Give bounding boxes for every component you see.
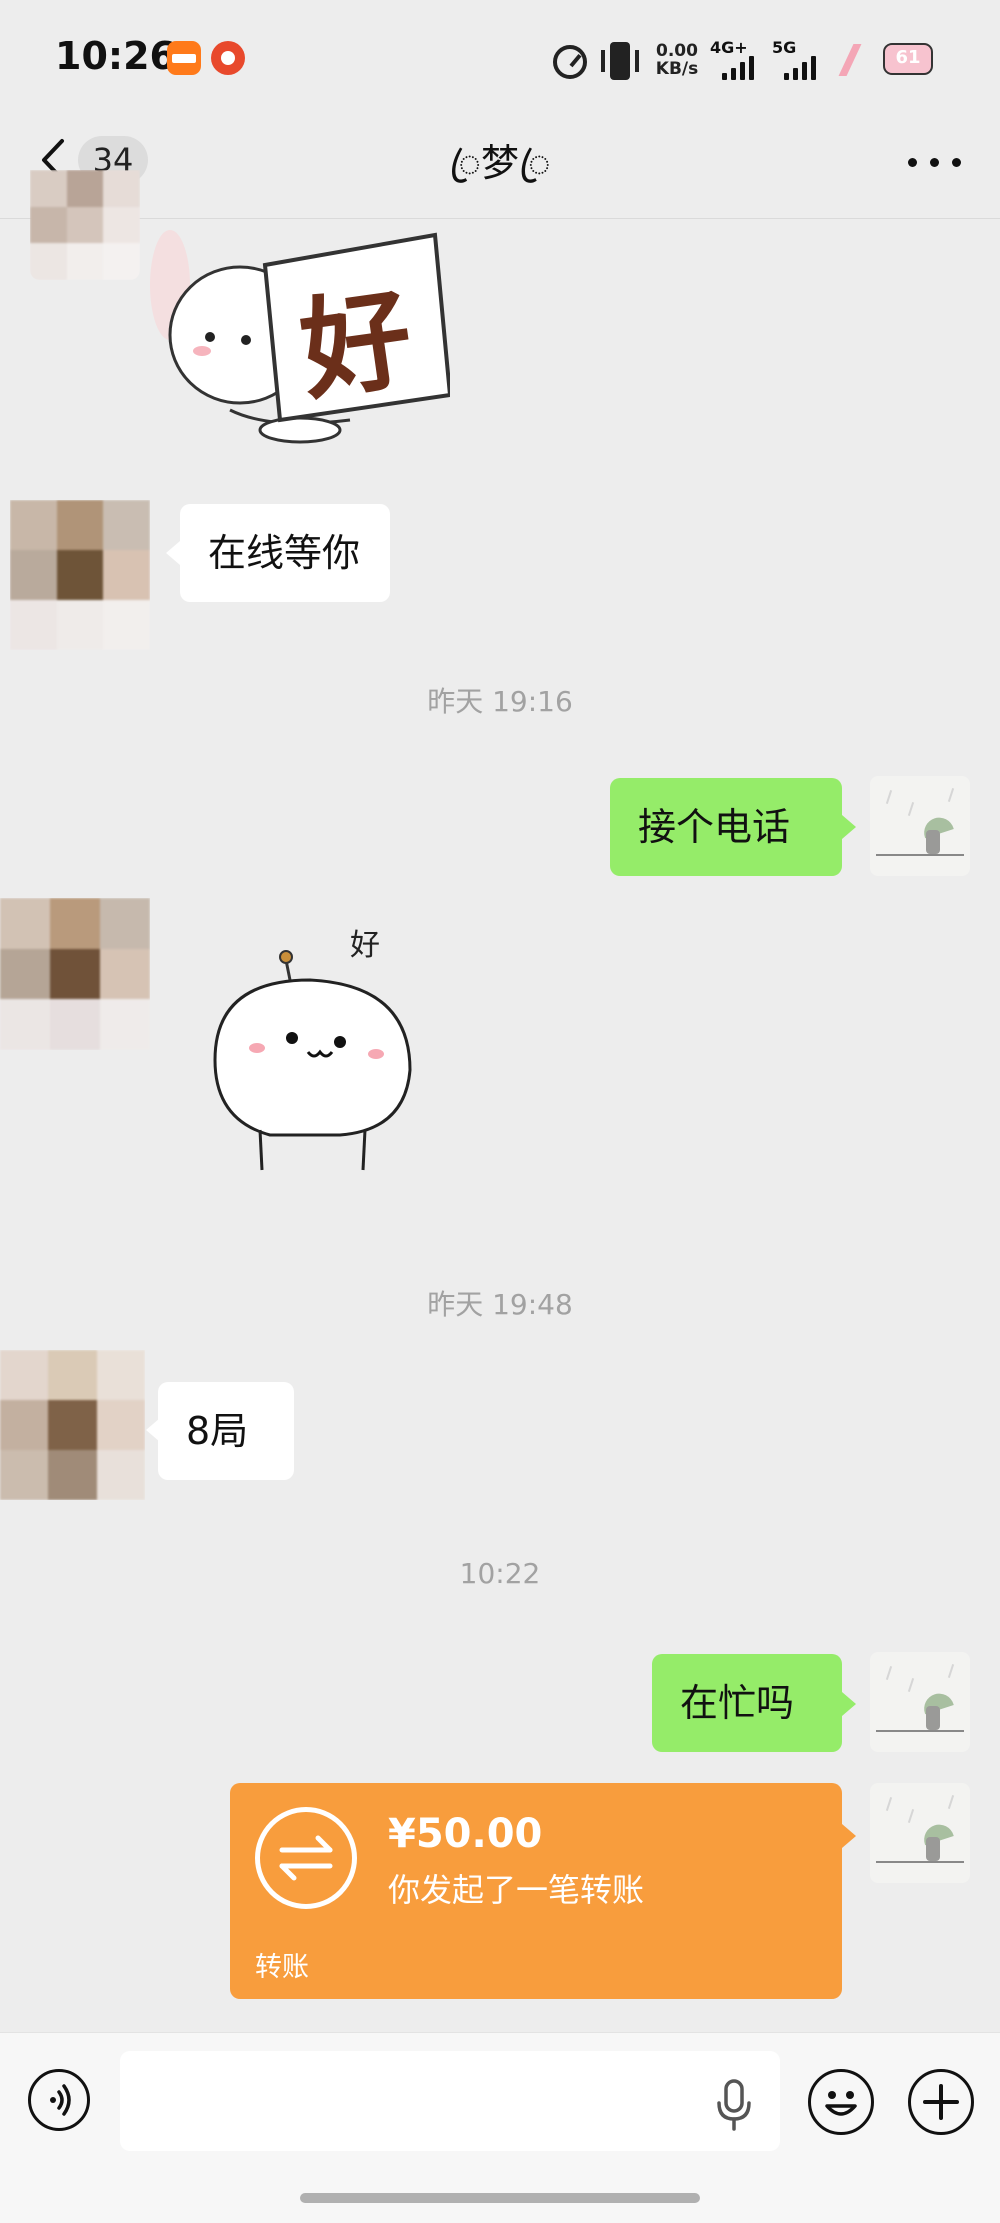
my-avatar[interactable] bbox=[870, 776, 970, 876]
sim2-network-type: 5G bbox=[772, 38, 797, 57]
message-bubble-outgoing[interactable]: 在忙吗 bbox=[652, 1654, 842, 1752]
network-speed-unit: KB/s bbox=[655, 59, 699, 79]
sim2-signal-bars-icon bbox=[784, 56, 824, 80]
smiley-face-icon bbox=[825, 2091, 857, 2116]
my-avatar[interactable] bbox=[870, 1783, 970, 1883]
more-functions-button[interactable] bbox=[908, 2069, 974, 2135]
contact-avatar[interactable] bbox=[0, 1350, 145, 1500]
battery-icon: 61 bbox=[883, 43, 933, 75]
microphone-icon[interactable] bbox=[712, 2077, 756, 2133]
timestamp: 10:22 bbox=[459, 1557, 541, 1590]
more-options-button[interactable] bbox=[900, 140, 970, 180]
message-input[interactable] bbox=[120, 2051, 780, 2151]
transfer-arrows-icon bbox=[255, 1807, 357, 1909]
contact-avatar[interactable] bbox=[30, 170, 140, 280]
bubble-tail bbox=[842, 1824, 856, 1848]
status-bar: 10:26 0.00 KB/s 4G+ 5G 61 bbox=[0, 0, 1000, 120]
network-speed: 0.00 KB/s bbox=[652, 42, 702, 78]
my-avatar[interactable] bbox=[870, 1652, 970, 1752]
round-bun-sticker bbox=[213, 950, 412, 1171]
sticker-sign-text: 好 bbox=[293, 273, 420, 416]
sim1-signal: 4G+ bbox=[710, 38, 760, 80]
status-time: 10:26 bbox=[55, 34, 176, 78]
network-speed-value: 0.00 bbox=[656, 41, 698, 61]
transfer-card[interactable]: ¥50.00 你发起了一笔转账 转账 bbox=[230, 1783, 842, 1999]
input-bar bbox=[0, 2032, 1000, 2223]
chat-title: ꦿ梦ꦿ bbox=[449, 141, 551, 185]
contact-avatar[interactable] bbox=[0, 898, 150, 1050]
taobao-app-icon bbox=[167, 41, 201, 75]
charging-bolt-icon bbox=[836, 42, 866, 78]
transfer-description: 你发起了一笔转账 bbox=[388, 1871, 645, 1909]
battery-level: 61 bbox=[895, 47, 921, 68]
sim1-signal-bars-icon bbox=[722, 56, 756, 80]
bubble-tail bbox=[842, 815, 856, 839]
plus-icon bbox=[923, 2084, 959, 2120]
sim2-signal: 5G bbox=[770, 38, 826, 80]
emoji-button[interactable] bbox=[808, 2069, 874, 2135]
bubble-tail bbox=[842, 1692, 856, 1716]
sim1-network-type: 4G+ bbox=[710, 38, 748, 57]
bubble-tail bbox=[166, 541, 180, 565]
sticker-hao-bun[interactable]: 好 bbox=[200, 920, 440, 1180]
sticker-small-text: 好 bbox=[350, 928, 380, 963]
home-indicator[interactable] bbox=[300, 2193, 700, 2203]
nav-divider bbox=[0, 218, 1000, 219]
app-notification-icon bbox=[211, 41, 245, 75]
voice-toggle-button[interactable] bbox=[28, 2069, 90, 2131]
contact-avatar[interactable] bbox=[10, 500, 150, 650]
message-bubble-incoming[interactable]: 在线等你 bbox=[180, 504, 390, 602]
vibrate-icon bbox=[598, 42, 642, 80]
sticker-hao-sign[interactable]: 好 bbox=[150, 225, 453, 460]
message-bubble-incoming[interactable]: 8局 bbox=[158, 1382, 294, 1480]
speed-gauge-icon bbox=[553, 45, 587, 79]
timestamp: 昨天 19:48 bbox=[427, 1288, 573, 1321]
timestamp: 昨天 19:16 bbox=[427, 685, 573, 718]
voice-waves-icon bbox=[50, 2084, 71, 2116]
message-bubble-outgoing[interactable]: 接个电话 bbox=[610, 778, 842, 876]
transfer-label: 转账 bbox=[255, 1952, 309, 1983]
transfer-amount: ¥50.00 bbox=[388, 1811, 543, 1857]
